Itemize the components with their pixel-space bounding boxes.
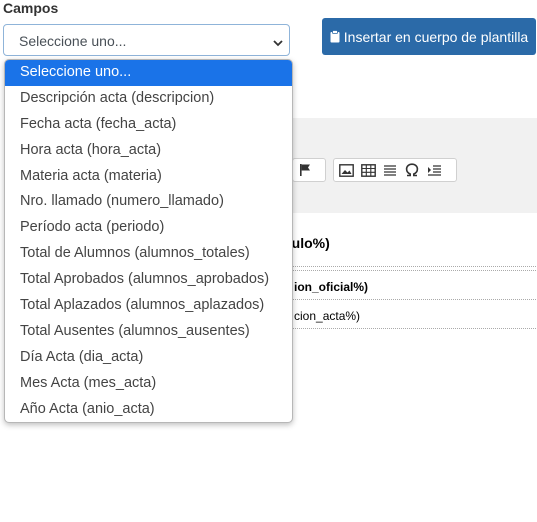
chevron-down-icon [273,35,283,47]
dropdown-option[interactable]: Materia acta (materia) [5,164,292,190]
dropdown-option[interactable]: Año Acta (anio_acta) [5,397,292,422]
dropdown-option[interactable]: Seleccione uno... [5,60,292,86]
campos-dropdown-list: Seleccione uno... Descripción acta (descr… [4,59,293,423]
dropdown-option[interactable]: Total Aprobados (alumnos_aprobados) [5,267,292,293]
dropdown-option[interactable]: Descripción acta (descripcion) [5,86,292,112]
clipboard-icon [330,30,340,43]
doc-line-1: ion_oficial%) [294,280,369,294]
table-icon[interactable] [360,162,376,178]
dropdown-option[interactable]: Total Ausentes (alumnos_ausentes) [5,319,292,345]
indent-icon[interactable] [426,162,442,178]
doc-line-2: cion_acta%) [294,309,361,323]
dropdown-option[interactable]: Día Acta (dia_acta) [5,345,292,371]
dropdown-option[interactable]: Hora acta (hora_acta) [5,138,292,164]
dropdown-option[interactable]: Total de Alumnos (alumnos_totales) [5,241,292,267]
toolbar-group-2 [333,158,457,182]
dropdown-option[interactable]: Nro. llamado (numero_llamado) [5,189,292,215]
dropdown-option[interactable]: Período acta (periodo) [5,215,292,241]
campos-select[interactable]: Seleccione uno... [3,24,290,56]
campos-label: Campos [3,0,59,16]
flag-icon[interactable] [297,162,313,178]
doc-heading-fragment: tulo%) [287,235,330,251]
select-value: Seleccione uno... [19,33,127,49]
omega-icon[interactable] [404,162,420,178]
insert-template-button[interactable]: Insertar en cuerpo de plantilla [322,18,536,55]
toolbar-group-1 [292,158,326,182]
dropdown-option[interactable]: Fecha acta (fecha_acta) [5,112,292,138]
insert-button-label: Insertar en cuerpo de plantilla [343,28,529,45]
dropdown-option[interactable]: Mes Acta (mes_acta) [5,371,292,397]
horizontal-rule-icon[interactable] [382,162,398,178]
image-icon[interactable] [338,162,354,178]
dropdown-option[interactable]: Total Aplazados (alumnos_aplazados) [5,293,292,319]
